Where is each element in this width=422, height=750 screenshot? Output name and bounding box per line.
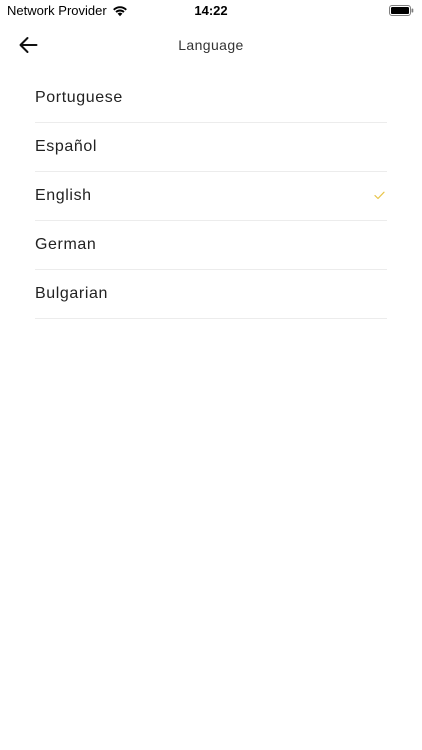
- navigation-bar: Language: [0, 22, 422, 68]
- battery-icon: [389, 5, 414, 16]
- language-item-espanol[interactable]: Español: [35, 123, 387, 172]
- language-label: English: [35, 187, 92, 204]
- status-time: 14:22: [194, 3, 228, 18]
- language-list: Portuguese Español English German Bulgar…: [35, 74, 387, 319]
- language-label: Español: [35, 138, 98, 155]
- checkmark-icon: [374, 191, 385, 200]
- language-label: Bulgarian: [35, 285, 109, 302]
- language-label: Portuguese: [35, 89, 123, 106]
- status-bar: Network Provider 14:22: [0, 0, 422, 22]
- page-title: Language: [178, 37, 244, 53]
- language-item-portuguese[interactable]: Portuguese: [35, 74, 387, 123]
- language-item-german[interactable]: German: [35, 221, 387, 270]
- language-item-english[interactable]: English: [35, 172, 387, 221]
- language-item-bulgarian[interactable]: Bulgarian: [35, 270, 387, 319]
- language-label: German: [35, 236, 97, 253]
